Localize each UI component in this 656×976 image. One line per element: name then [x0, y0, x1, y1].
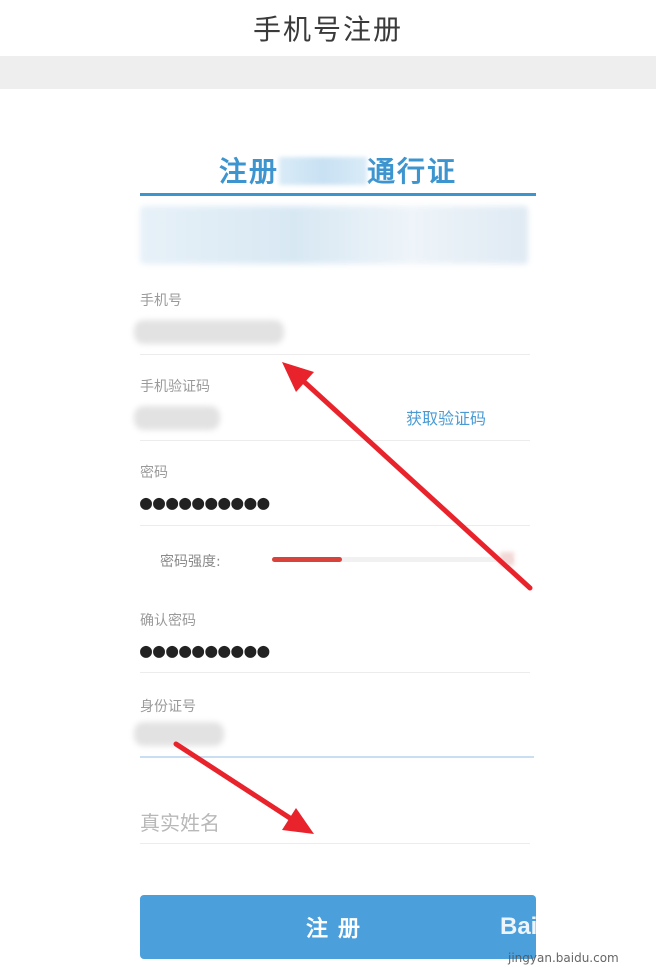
phone-label: 手机号 [140, 293, 182, 309]
strength-meter [272, 557, 514, 562]
divider-strip [0, 56, 656, 89]
real-name-input[interactable] [140, 808, 530, 838]
id-number-underline [140, 756, 534, 758]
sms-code-underline [140, 440, 530, 441]
baidu-watermark: Baidu 经验 jingyan.baidu.com [500, 905, 650, 971]
arrow-to-phone [282, 362, 533, 591]
id-number-input[interactable] [134, 722, 224, 746]
sms-code-input[interactable] [134, 406, 220, 430]
phone-input[interactable] [134, 320, 284, 344]
real-name-underline [140, 843, 530, 844]
password-label: 密码 [140, 465, 168, 481]
page-title: 手机号注册 [252, 13, 403, 46]
watermark-site: jingyan.baidu.com [508, 951, 619, 965]
strength-end-marker [500, 552, 514, 566]
top-bar: 手机号注册 [0, 0, 656, 56]
watermark-brand-cn: 经验 [596, 921, 632, 942]
confirm-password-underline [140, 672, 530, 673]
strength-fill [272, 557, 343, 562]
heading-underline [140, 193, 536, 196]
confirm-password-input[interactable]: ●●●●●●●●●● [140, 638, 270, 662]
blurred-brand [279, 157, 367, 185]
form-heading: 注册 通行证 [140, 150, 536, 190]
blurred-banner [140, 206, 528, 264]
paw-icon [544, 908, 567, 931]
password-input[interactable]: ●●●●●●●●●● [140, 490, 270, 514]
id-number-label: 身份证号 [140, 699, 196, 715]
get-code-button[interactable]: 获取验证码 [406, 405, 486, 429]
sms-code-label: 手机验证码 [140, 379, 210, 395]
register-button[interactable]: 注册 [140, 895, 536, 959]
heading-right: 通行证 [367, 155, 458, 188]
confirm-password-label: 确认密码 [140, 613, 196, 629]
strength-label: 密码强度: [160, 554, 221, 570]
heading-left: 注册 [218, 155, 279, 188]
password-underline [140, 525, 530, 526]
phone-underline [140, 354, 530, 355]
